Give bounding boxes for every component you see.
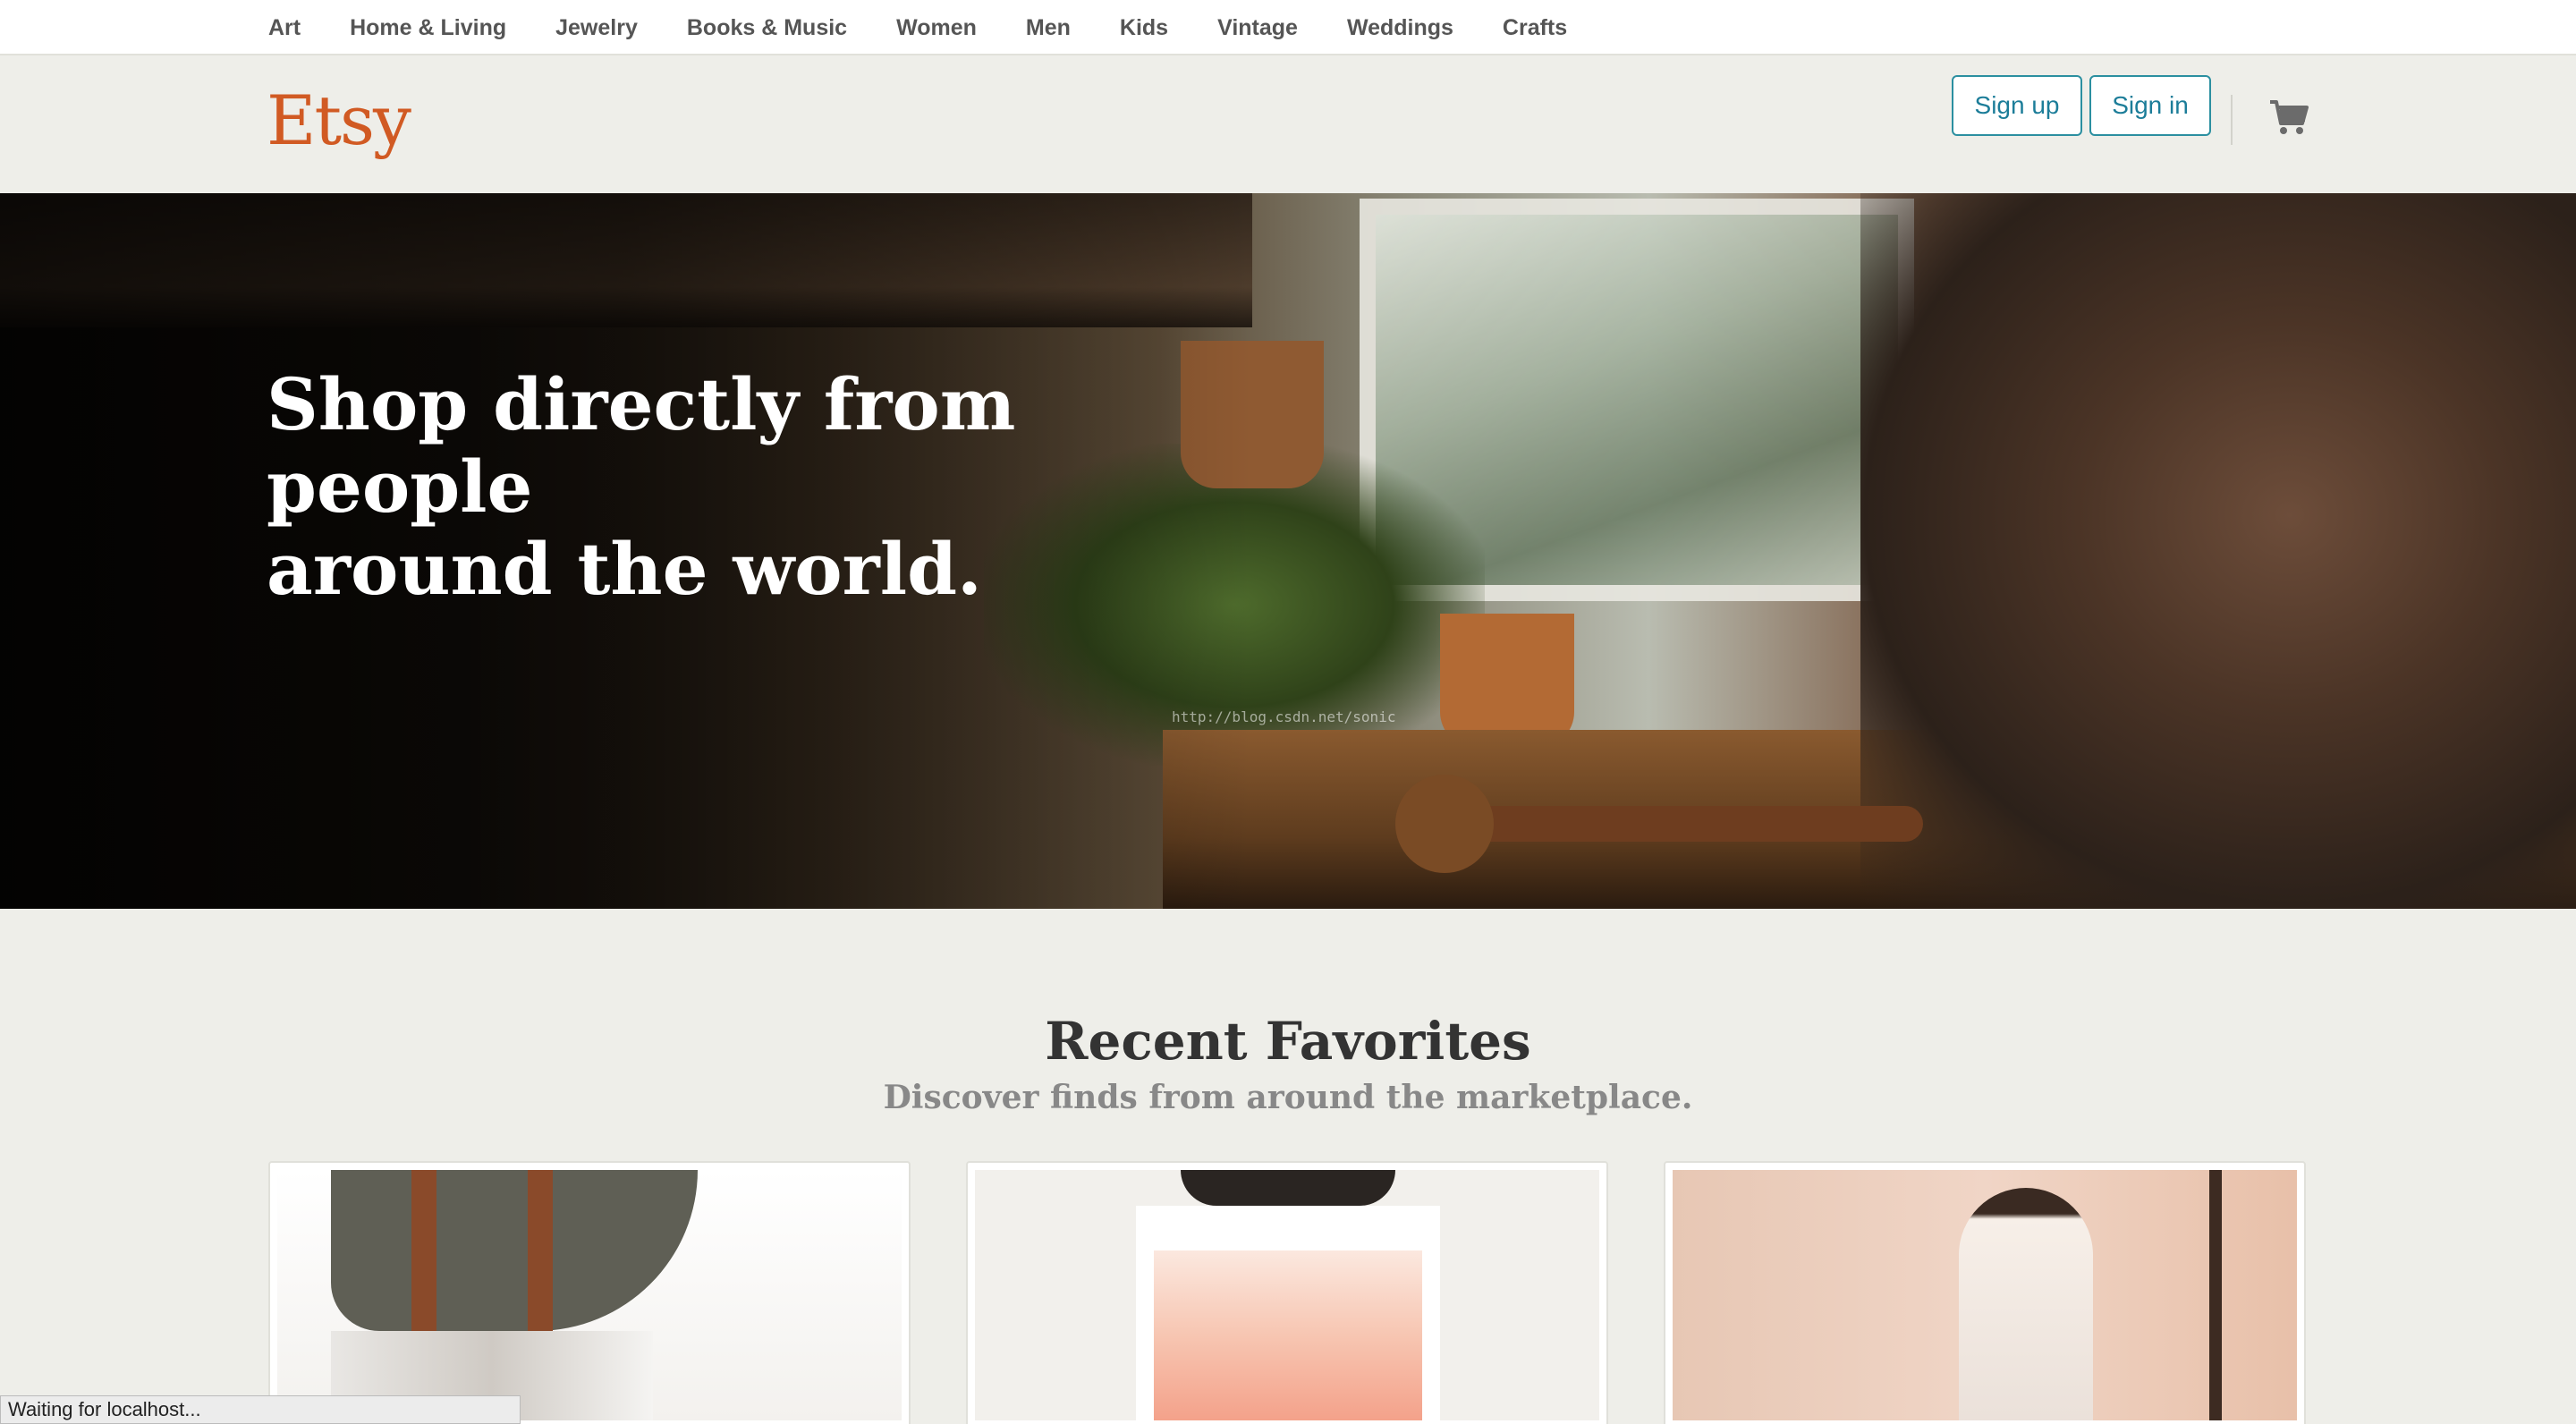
favorite-card[interactable]: [966, 1161, 1608, 1424]
nav-item-weddings[interactable]: Weddings: [1347, 15, 1453, 41]
header-divider: [2231, 95, 2233, 145]
favorite-card[interactable]: [1664, 1161, 2306, 1424]
watermark-text: http://blog.csdn.net/sonic: [1172, 708, 1396, 725]
favorite-card[interactable]: [268, 1161, 911, 1424]
etsy-logo[interactable]: Etsy: [267, 81, 411, 160]
category-nav: Art Home & Living Jewelry Books & Music …: [0, 0, 2576, 55]
hero-artisan: [1860, 193, 2576, 909]
shopping-cart-icon[interactable]: [2268, 97, 2309, 138]
image-detail: [1181, 1170, 1395, 1206]
nav-item-books-music[interactable]: Books & Music: [687, 15, 847, 41]
sign-up-button[interactable]: Sign up: [1952, 75, 2082, 136]
browser-status-bar: Waiting for localhost...: [0, 1395, 521, 1424]
nav-item-vintage[interactable]: Vintage: [1217, 15, 1298, 41]
product-image[interactable]: [1673, 1170, 2297, 1420]
hero-title: Shop directly from people around the wor…: [267, 363, 1250, 610]
hero-hammer-handle: [1467, 806, 1923, 842]
nav-item-men[interactable]: Men: [1026, 15, 1071, 41]
site-header: Etsy Sign up Sign in: [0, 55, 2576, 193]
product-image[interactable]: [975, 1170, 1599, 1420]
hero-title-line2: around the world.: [267, 527, 982, 611]
image-detail: [331, 1170, 698, 1331]
image-detail: [2209, 1170, 2222, 1420]
nav-item-jewelry[interactable]: Jewelry: [555, 15, 638, 41]
hero-banner: Shop directly from people around the wor…: [0, 193, 2576, 909]
hero-pot: [1440, 614, 1574, 748]
nav-item-women[interactable]: Women: [896, 15, 977, 41]
image-detail: [1959, 1188, 2093, 1420]
hero-hammer-head: [1395, 775, 1494, 873]
nav-item-home-living[interactable]: Home & Living: [350, 15, 506, 41]
sign-in-button[interactable]: Sign in: [2089, 75, 2211, 136]
hero-title-line1: Shop directly from people: [267, 362, 1016, 529]
image-detail: [1154, 1250, 1422, 1420]
nav-item-kids[interactable]: Kids: [1120, 15, 1168, 41]
section-subtitle: Discover finds from around the marketpla…: [883, 1079, 1693, 1116]
nav-item-crafts[interactable]: Crafts: [1503, 15, 1567, 41]
product-image[interactable]: [277, 1170, 902, 1420]
nav-item-art[interactable]: Art: [268, 15, 301, 41]
section-title: Recent Favorites: [1045, 1011, 1531, 1072]
